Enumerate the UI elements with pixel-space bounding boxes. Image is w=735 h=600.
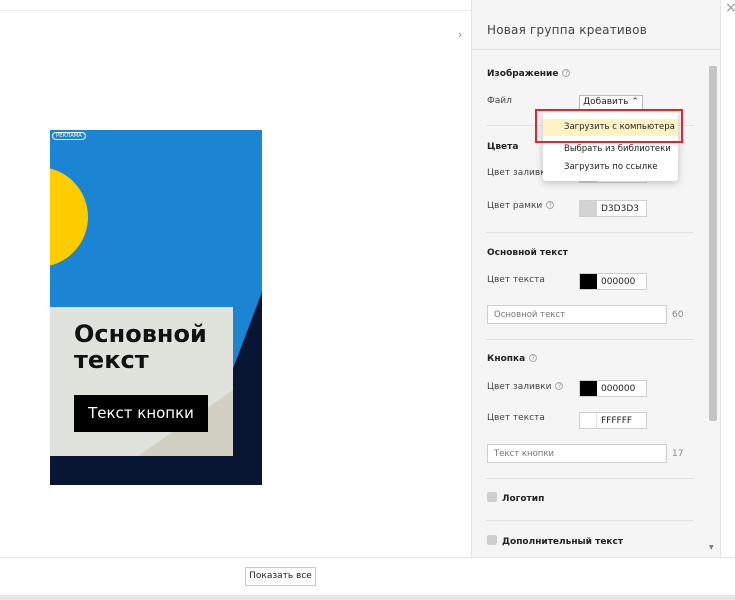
footer-divider <box>0 557 735 558</box>
button-text-color-field[interactable]: FFFFFF <box>579 412 647 429</box>
color-swatch[interactable] <box>580 201 597 216</box>
button-fill-field[interactable]: 000000 <box>579 380 647 397</box>
button-text-input[interactable] <box>487 444 667 463</box>
button-text-color-value: FFFFFF <box>601 416 633 426</box>
creative-preview: РЕКЛАМА Основной текст Текст кнопки <box>50 130 262 485</box>
color-swatch[interactable] <box>580 274 597 289</box>
help-icon[interactable]: ? <box>555 382 564 390</box>
preview-cta-button: Текст кнопки <box>74 395 208 432</box>
scrollbar-thumb[interactable] <box>709 66 717 421</box>
preview-main-text: Основной текст <box>74 320 207 374</box>
top-divider <box>0 10 471 11</box>
main-text-char-counter: 60 <box>672 310 684 320</box>
annotation-highlight-box <box>535 109 683 143</box>
main-text-color-value: 000000 <box>601 277 636 287</box>
button-fill-label: Цвет заливки? <box>487 382 564 392</box>
fill-color-label: Цвет заливки <box>487 168 552 178</box>
menu-item-upload-by-link[interactable]: Загрузить по ссылке <box>543 159 678 176</box>
creative-editor: РЕКЛАМА Основной текст Текст кнопки › Но… <box>0 0 735 600</box>
border-color-field[interactable]: D3D3D3 <box>579 200 647 217</box>
extra-text-toggle[interactable]: Дополнительный текст <box>487 535 623 547</box>
main-text-input[interactable] <box>487 305 667 324</box>
show-all-button[interactable]: Показать все <box>245 567 316 586</box>
file-label: Файл <box>487 96 512 106</box>
section-divider <box>486 478 694 479</box>
panel-header: Новая группа креативов <box>472 0 720 50</box>
button-section-title: Кнопка? <box>487 354 538 364</box>
button-fill-value: 000000 <box>601 384 636 394</box>
logo-checkbox[interactable] <box>487 492 497 502</box>
help-icon[interactable]: ? <box>546 201 555 209</box>
section-divider <box>486 232 694 233</box>
color-swatch[interactable] <box>580 413 597 428</box>
section-divider <box>486 520 694 521</box>
color-swatch[interactable] <box>580 381 597 396</box>
chevron-right-icon[interactable]: › <box>458 28 462 41</box>
panel-scrollbar[interactable]: ▼ <box>708 58 718 551</box>
colors-section-title: Цвета <box>487 142 519 152</box>
logo-toggle[interactable]: Логотип <box>487 492 544 504</box>
extra-text-checkbox[interactable] <box>487 535 497 545</box>
scroll-down-arrow-icon[interactable]: ▼ <box>709 544 714 551</box>
help-icon[interactable]: ? <box>529 354 538 362</box>
settings-panel: Новая группа креативов Изображение? Файл… <box>471 0 721 557</box>
main-text-section-title: Основной текст <box>487 248 568 258</box>
border-color-value: D3D3D3 <box>601 204 639 214</box>
main-text-color-label: Цвет текста <box>487 275 545 285</box>
ad-badge: РЕКЛАМА <box>52 132 87 140</box>
close-icon[interactable]: × <box>725 0 735 16</box>
bottom-bar <box>0 595 735 600</box>
border-color-label: Цвет рамки? <box>487 201 555 211</box>
button-text-char-counter: 17 <box>672 449 684 459</box>
section-divider <box>486 339 694 340</box>
panel-title: Новая группа креативов <box>487 23 647 37</box>
add-image-button[interactable]: Добавить ⌃ <box>579 95 643 110</box>
button-text-color-label: Цвет текста <box>487 413 545 423</box>
image-section-title: Изображение? <box>487 69 571 79</box>
chevron-up-icon: ⌃ <box>631 97 639 107</box>
help-icon[interactable]: ? <box>562 69 571 77</box>
main-text-color-field[interactable]: 000000 <box>579 273 647 290</box>
menu-item-choose-from-library[interactable]: Выбрать из библиотеки <box>543 141 678 158</box>
